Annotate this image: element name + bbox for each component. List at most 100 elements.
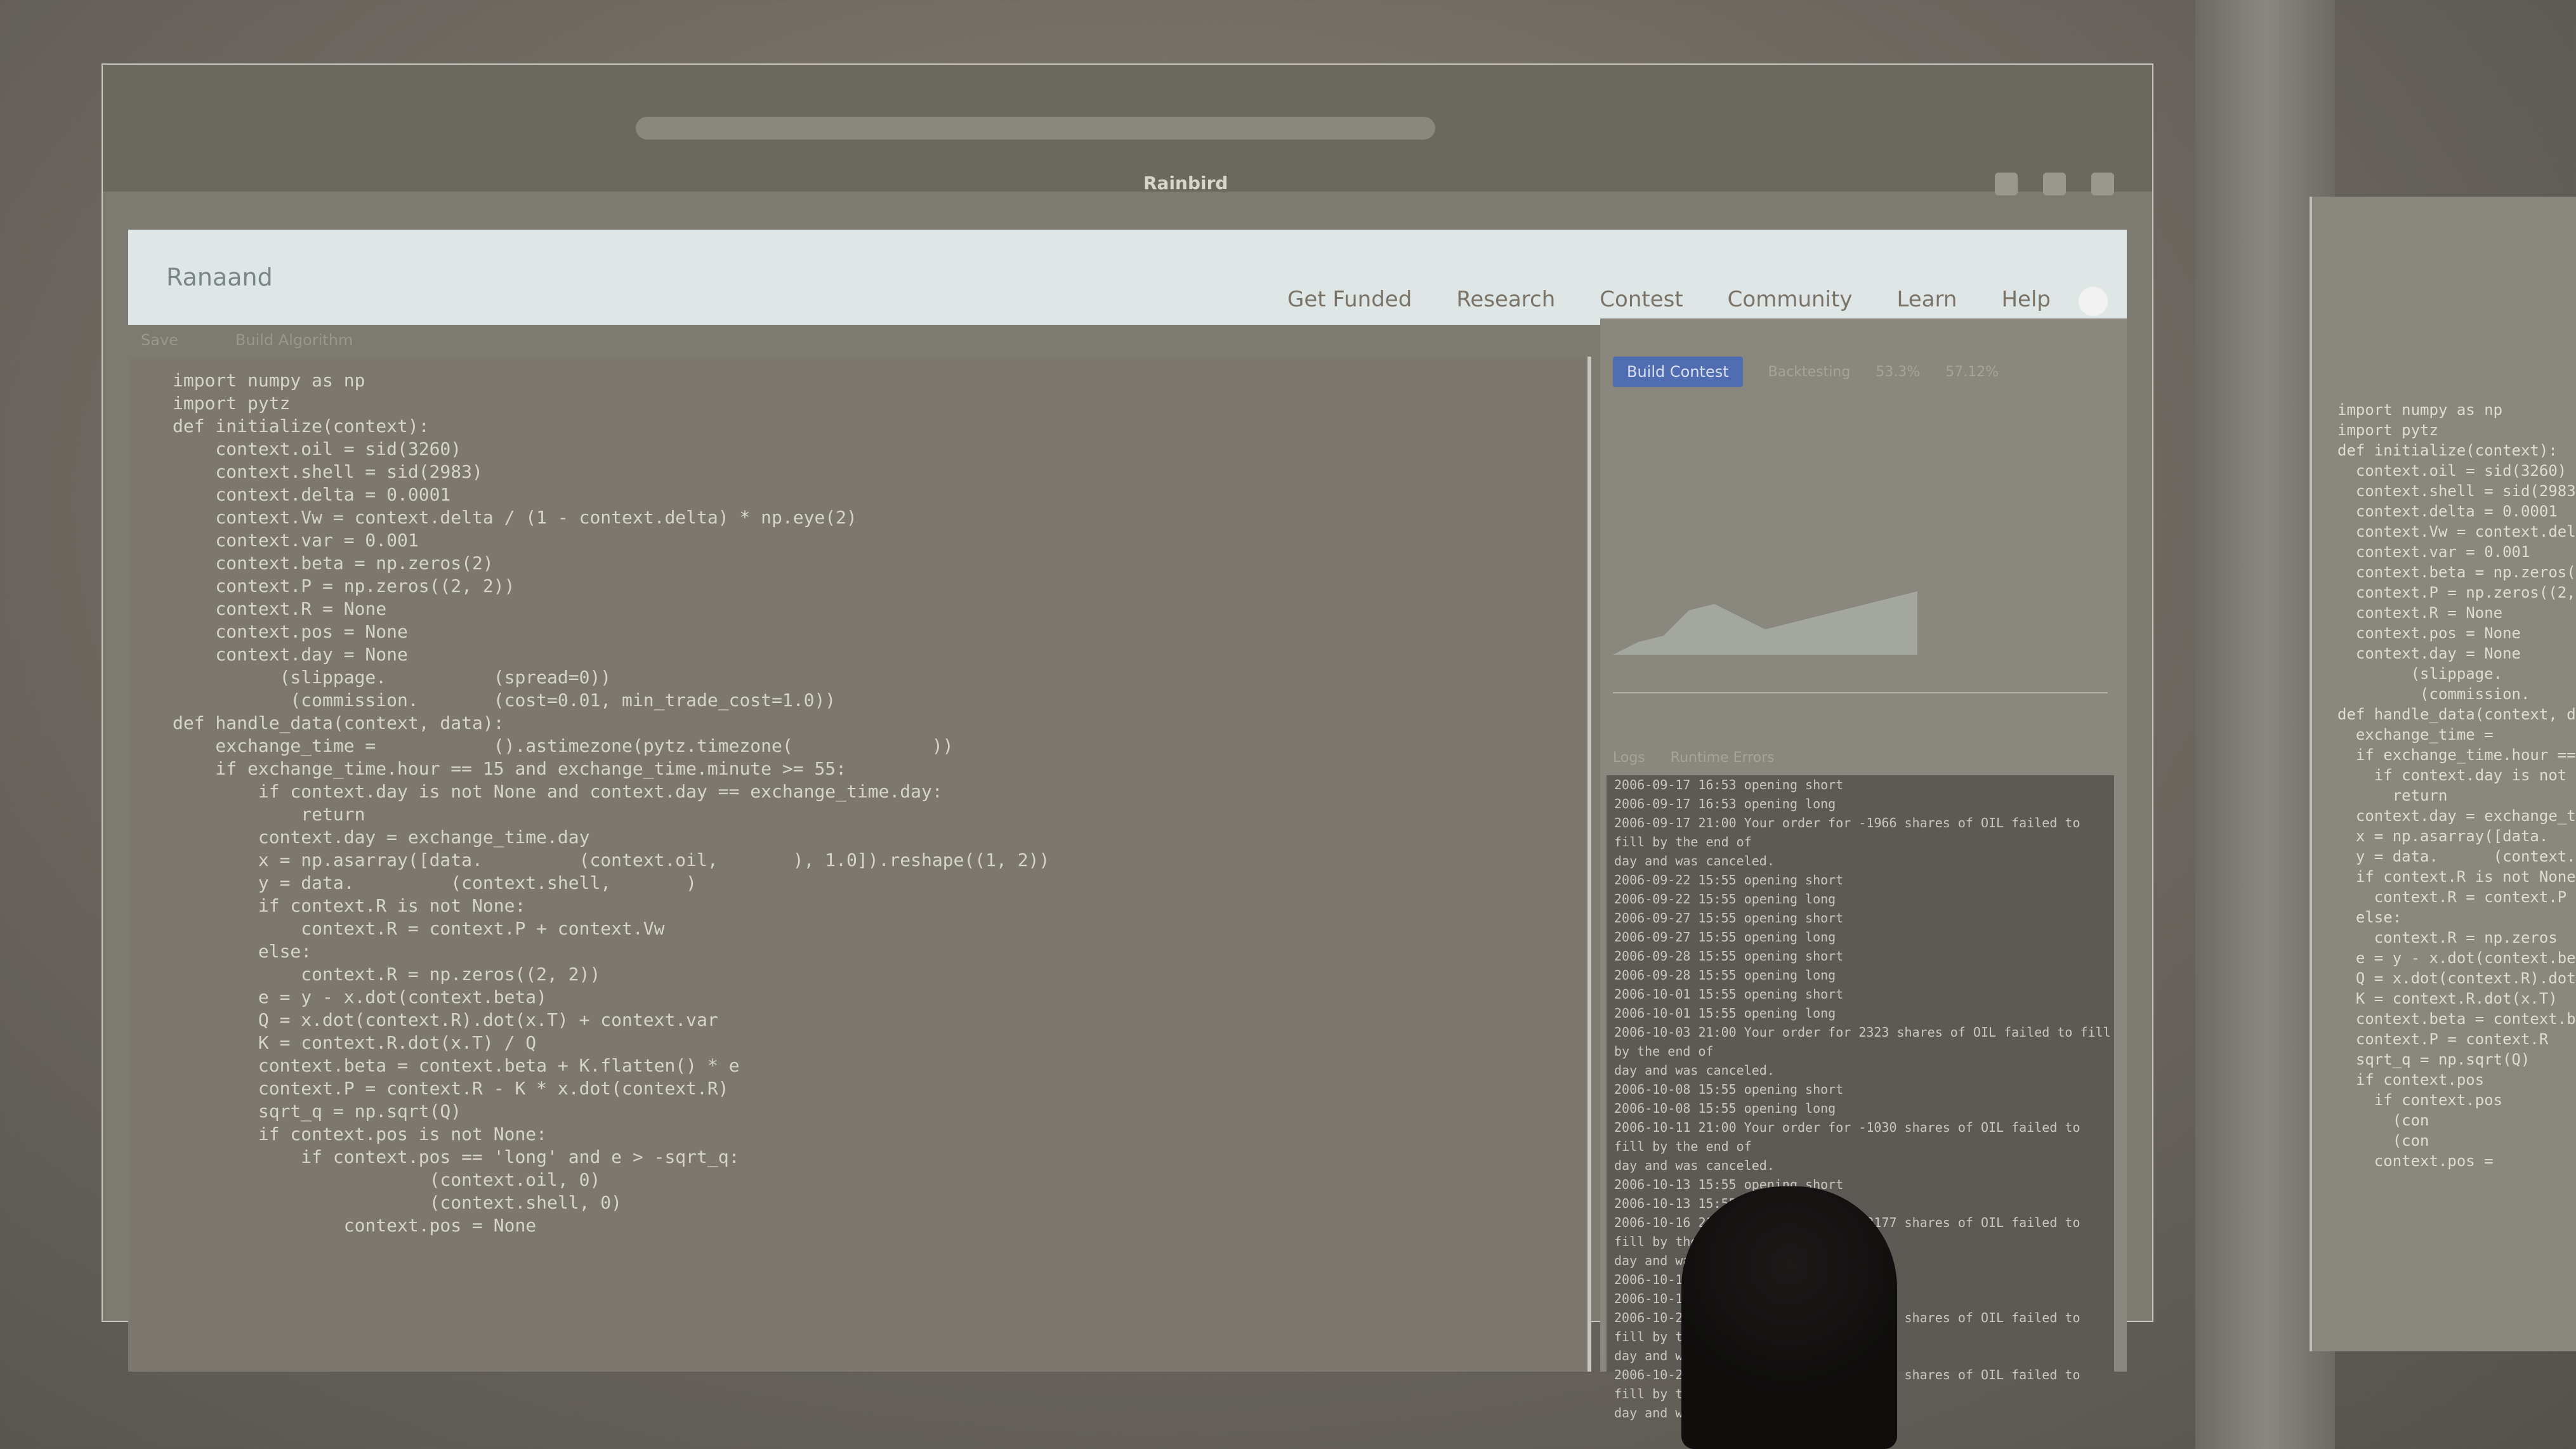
code-line: if context.pos: [2337, 1071, 2485, 1089]
code-line: context.P = np.zeros((2, 2)): [173, 575, 515, 596]
code-line: context.pos = None: [2337, 624, 2521, 642]
code-line: exchange_time =: [2337, 726, 2494, 744]
code-line: e = y - x.dot(context.beta): [173, 987, 548, 1007]
code-line: exchange_time = ().astimezone(pytz.timez…: [173, 735, 954, 756]
site-brand[interactable]: Ranaand: [166, 263, 273, 291]
code-line: context.R = np.zeros((2, 2)): [173, 964, 601, 985]
code-line: context.R = context.P + context.Vw: [173, 918, 665, 939]
code-line: context.Vw = context.delta / (1 - contex…: [173, 507, 857, 528]
code-line: K = context.R.dot(x.T): [2337, 990, 2558, 1007]
log-line: 2006-10-03 21:00 Your order for 2323 sha…: [1614, 1025, 2111, 1059]
code-line: context.beta = context.b: [2337, 1010, 2576, 1028]
log-line: day and was canceled.: [1614, 1158, 1775, 1173]
tab-logs[interactable]: Logs: [1613, 750, 1645, 766]
code-line: context.oil = sid(3260): [173, 438, 462, 459]
code-line: if exchange_time.hour == 15 and exchange…: [173, 758, 847, 779]
code-line: context.P = context.R - K * x.dot(contex…: [173, 1078, 729, 1099]
code-line: Q = x.dot(context.R).dot(x.T) + context.…: [173, 1009, 718, 1030]
code-line: context.delta = 0.0001: [173, 484, 451, 505]
code-line: context.oil = sid(3260): [2337, 462, 2567, 480]
save-button[interactable]: Save: [141, 331, 178, 349]
code-line: else:: [2337, 908, 2402, 926]
nav-community[interactable]: Community: [1728, 287, 1853, 312]
log-line: 2006-10-01 15:55 opening short: [1614, 987, 1844, 1002]
code-text[interactable]: import numpy as np import pytz def initial…: [173, 369, 1049, 1237]
code-line: e = y - x.dot(context.beta: [2337, 949, 2576, 967]
url-bar[interactable]: [636, 117, 1435, 140]
code-line: (slippage. (spread=0)): [173, 667, 612, 688]
code-line: (context.oil, 0): [173, 1169, 601, 1190]
code-line: sqrt_q = np.sqrt(Q): [173, 1101, 462, 1122]
code-line: context.Vw = context.delta: [2337, 523, 2576, 541]
stat-value: 57.12%: [1945, 364, 1999, 380]
code-line: if context.pos == 'long' and e > -sqrt_q…: [173, 1146, 740, 1167]
build-algorithm-button[interactable]: Build Algorithm: [235, 331, 353, 349]
code-line: return: [173, 804, 365, 825]
code-line: context.day = exchange_time: [2355, 807, 2576, 825]
code-line: context.R = None: [2337, 604, 2503, 622]
code-line: if context.pos: [2337, 1091, 2503, 1109]
code-line: (commission. (cost=0.01, min_trade_cost=…: [173, 690, 836, 711]
browser-tab-title[interactable]: Rainbird: [1143, 173, 1228, 193]
code-line: x = np.asarray([data.: [2337, 827, 2549, 845]
code-line: def initialize(context):: [2337, 442, 2558, 459]
code-line: if exchange_time.hour == 15: [2355, 746, 2576, 764]
nav-learn[interactable]: Learn: [1896, 287, 1957, 312]
log-line: 2006-10-08 15:55 opening short: [1614, 1082, 1844, 1097]
code-editor[interactable]: import numpy as np import pytz def initial…: [128, 357, 1591, 1372]
log-line: 2006-09-17 16:53 opening long: [1614, 796, 1836, 811]
code-line: context.beta = context.beta + K.flatten(…: [173, 1055, 740, 1076]
backtest-percent: 53.3%: [1876, 364, 1921, 380]
code-line: context.day = exchange_time.day: [173, 827, 590, 848]
log-line: day and was canceled.: [1614, 1063, 1775, 1078]
code-line: context.var = 0.001: [173, 530, 419, 551]
log-line: 2006-09-22 15:55 opening short: [1614, 872, 1844, 888]
performance-chart: [1613, 591, 2108, 693]
avatar[interactable]: [2079, 287, 2108, 316]
logs-tabs: Logs Runtime Errors: [1613, 750, 1775, 766]
code-line: context.day = None: [2337, 645, 2521, 662]
returns-area: [1613, 591, 1917, 655]
nav-get-funded[interactable]: Get Funded: [1287, 287, 1412, 312]
build-contest-button[interactable]: Build Contest: [1613, 357, 1743, 387]
log-line: 2006-10-11 21:00 Your order for -1030 sh…: [1614, 1120, 2080, 1154]
code-line: def handle_data(context, data):: [2337, 705, 2576, 723]
code-line: context.shell = sid(2983): [173, 461, 483, 482]
second-screen: import numpy as np import pytz def initial…: [2310, 197, 2576, 1351]
log-line: day and was canceled.: [1614, 853, 1775, 869]
log-line: 2006-09-28 15:55 opening short: [1614, 948, 1844, 964]
code-line: context.pos = None: [173, 1215, 537, 1236]
code-line: if context.day is not None and context.d…: [173, 781, 943, 802]
code-line: y = data. (context.shell, ): [173, 872, 697, 893]
code-line: context.var = 0.001: [2337, 543, 2530, 561]
log-line: 2006-10-08 15:55 opening long: [1614, 1101, 1836, 1116]
log-line: 2006-10-01 15:55 opening long: [1614, 1006, 1836, 1021]
projected-screen: Rainbird Ranaand Get Funded Research Con…: [102, 63, 2153, 1420]
code-line: def initialize(context):: [173, 416, 430, 436]
fullscreen-icon[interactable]: [2091, 173, 2114, 195]
nav-links: Get Funded Research Contest Community Le…: [1287, 287, 2051, 312]
code-line: import numpy as np: [2337, 401, 2503, 419]
settings-icon[interactable]: [1995, 173, 2018, 195]
code-line: K = context.R.dot(x.T) / Q: [173, 1032, 537, 1053]
log-line: 2006-09-27 15:55 opening short: [1614, 910, 1844, 926]
nav-research[interactable]: Research: [1456, 287, 1555, 312]
code-line: if context.pos is not None:: [173, 1124, 548, 1144]
code-line: y = data. (context.: [2337, 848, 2576, 865]
code-line: Q = x.dot(context.R).dot: [2337, 969, 2576, 987]
code-line: sqrt_q = np.sqrt(Q): [2337, 1051, 2530, 1068]
nav-help[interactable]: Help: [2001, 287, 2051, 312]
code-line: context.P = np.zeros((2, 2)): [2355, 584, 2576, 601]
code-line: import pytz: [173, 393, 291, 414]
code-line: if context.R is not None: [2337, 868, 2576, 886]
log-line: 2006-10-13 15:55 opening short: [1614, 1177, 1844, 1192]
code-line: return: [2337, 787, 2448, 804]
tab-runtime-errors[interactable]: Runtime Errors: [1671, 750, 1775, 766]
share-icon[interactable]: [2043, 173, 2066, 195]
log-line: 2006-09-17 16:53 opening short: [1614, 777, 1844, 792]
code-line: context.pos =: [2337, 1152, 2494, 1170]
browser-topbar: Rainbird: [103, 65, 2152, 195]
nav-contest[interactable]: Contest: [1600, 287, 1683, 312]
audience-member: [1681, 1186, 1897, 1449]
code-line: context.shell = sid(2983): [2337, 482, 2576, 500]
